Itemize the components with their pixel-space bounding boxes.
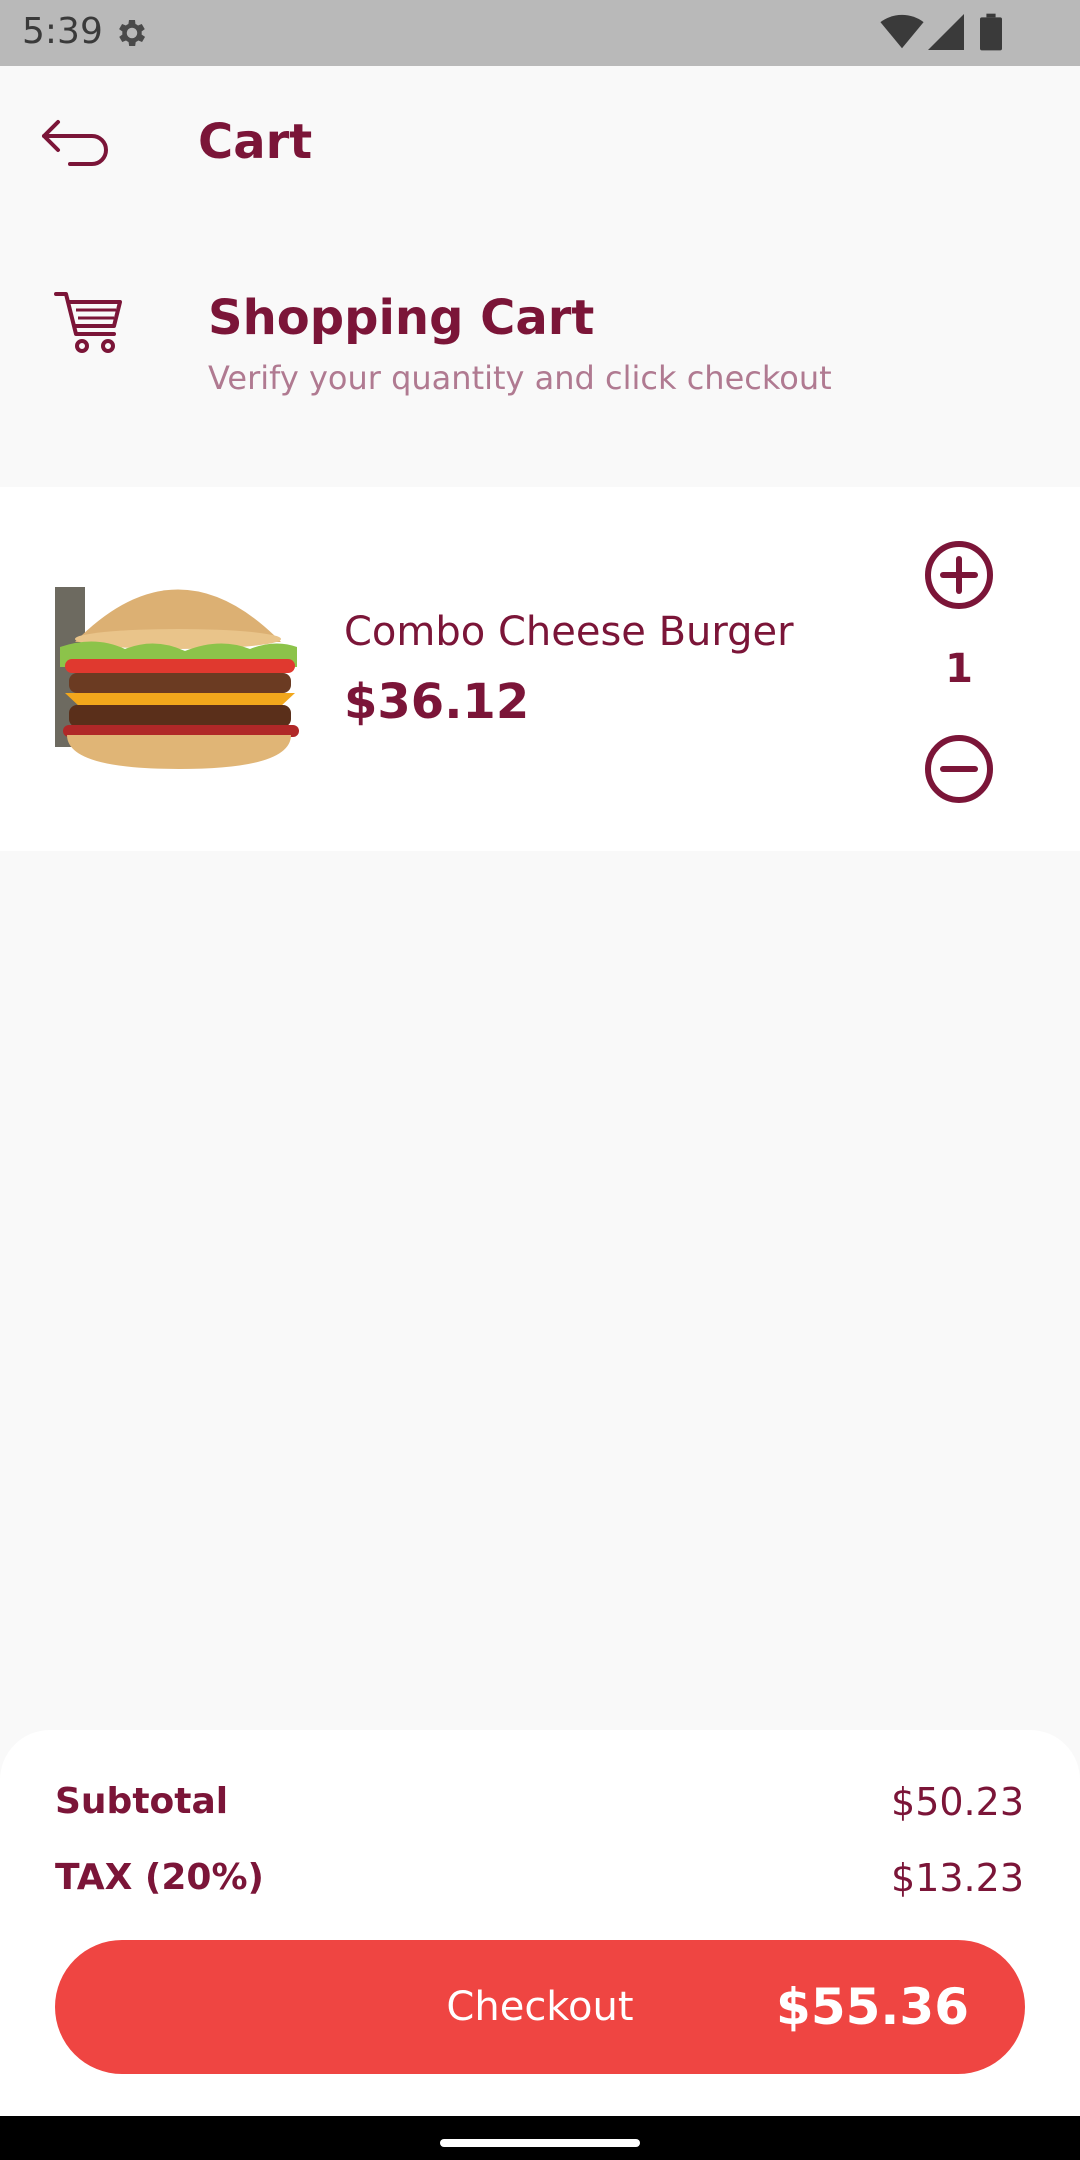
subtotal-label: Subtotal [55, 1781, 229, 1822]
subtotal-value: $50.23 [891, 1780, 1024, 1824]
battery-icon [980, 13, 1002, 51]
burger-image [55, 547, 302, 777]
item-name: Combo Cheese Burger [344, 609, 794, 655]
checkout-total: $55.36 [776, 1978, 969, 2036]
home-handle[interactable] [440, 2139, 640, 2147]
back-arrow-icon[interactable] [40, 114, 114, 170]
status-time: 5:39 [22, 11, 103, 52]
checkout-button[interactable]: Checkout $55.36 [55, 1940, 1025, 2074]
tax-value: $13.23 [891, 1856, 1024, 1900]
navigation-bar [0, 2116, 1080, 2160]
signal-icon [928, 14, 964, 50]
status-bar: 5:39 [0, 0, 1080, 66]
cart-header: Shopping Cart Verify your quantity and c… [0, 270, 1080, 420]
gear-icon [119, 19, 146, 47]
item-price: $36.12 [344, 674, 530, 730]
order-summary: Subtotal $50.23 TAX (20%) $13.23 Checkou… [0, 1730, 1080, 2160]
increase-quantity-icon[interactable] [923, 539, 995, 611]
decrease-quantity-icon[interactable] [923, 733, 995, 805]
wifi-icon [880, 14, 924, 49]
page-title: Cart [198, 114, 313, 170]
cart-subtitle: Verify your quantity and click checkout [208, 359, 832, 397]
quantity-value: 1 [945, 646, 973, 692]
cart-title: Shopping Cart [208, 290, 595, 346]
tax-label: TAX (20%) [55, 1857, 264, 1898]
shopping-cart-icon [54, 292, 122, 353]
app-bar: Cart [0, 66, 1080, 226]
cart-item: Combo Cheese Burger $36.12 1 [0, 487, 1080, 851]
